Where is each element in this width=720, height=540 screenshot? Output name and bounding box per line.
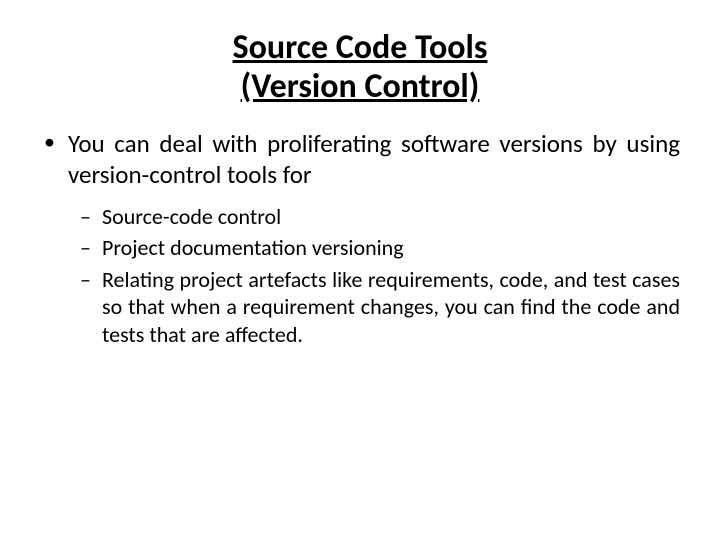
sub-bullet-item: Project documentation versioning bbox=[102, 234, 680, 262]
bullet-level-1: You can deal with proliferating software… bbox=[68, 128, 680, 191]
sub-bullet-item: Source-code control bbox=[102, 203, 680, 231]
title-line-1: Source Code Tools bbox=[233, 27, 488, 68]
sub-bullet-list: Source-code control Project documentatio… bbox=[102, 203, 680, 349]
sub-bullet-text: Relating project artefacts like requirem… bbox=[102, 266, 680, 348]
title-line-2: (Version Control) bbox=[241, 66, 480, 107]
sub-bullet-text: Source-code control bbox=[102, 203, 281, 230]
bullet-text: You can deal with proliferating software… bbox=[68, 128, 680, 190]
slide-title: Source Code Tools (Version Control) bbox=[40, 28, 680, 106]
sub-bullet-text: Project documentation versioning bbox=[102, 234, 404, 261]
sub-bullet-item: Relating project artefacts like requirem… bbox=[102, 266, 680, 349]
